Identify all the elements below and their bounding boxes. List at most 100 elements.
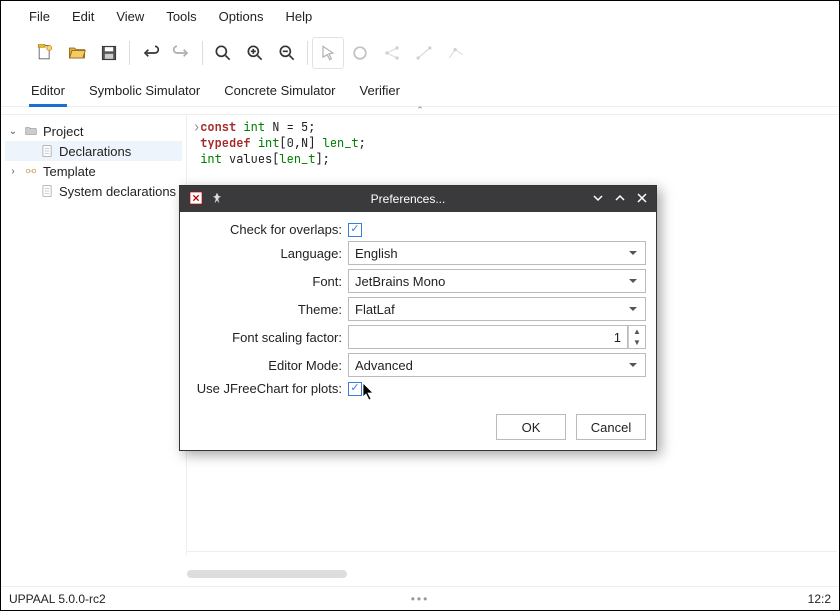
menu-options[interactable]: Options <box>219 9 264 24</box>
ok-button[interactable]: OK <box>496 414 566 440</box>
tree-project[interactable]: ⌄ Project <box>5 121 182 141</box>
tree-system-declarations[interactable]: System declarations <box>5 181 182 201</box>
toolbar-separator <box>129 41 130 65</box>
horizontal-scrollbar[interactable] <box>187 568 827 582</box>
jfreechart-checkbox[interactable]: ✓ <box>348 382 362 396</box>
kw: typedef <box>200 135 250 151</box>
check-icon: ✓ <box>350 224 359 235</box>
close-icon[interactable] <box>636 192 648 207</box>
main-window: File Edit View Tools Options Help <box>0 0 840 611</box>
menubar: File Edit View Tools Options Help <box>1 1 839 33</box>
mode-select[interactable]: Advanced <box>348 353 646 377</box>
dialog-body: Check for overlaps: ✓ Language: English … <box>180 212 656 450</box>
maximize-icon[interactable] <box>614 192 626 207</box>
scaling-spinner[interactable]: 1 ▲ ▼ <box>348 325 646 349</box>
tree-declarations[interactable]: Declarations <box>5 141 182 161</box>
tree-label: Declarations <box>59 144 131 159</box>
splitter[interactable] <box>187 551 837 552</box>
jfreechart-label: Use JFreeChart for plots: <box>190 381 348 396</box>
minimize-icon[interactable] <box>592 192 604 207</box>
toolbar-separator <box>307 41 308 65</box>
menu-help[interactable]: Help <box>285 9 312 24</box>
spinner-value: 1 <box>614 330 621 345</box>
view-tabs: Editor Symbolic Simulator Concrete Simul… <box>1 73 839 107</box>
document-icon <box>39 183 55 199</box>
status-position: 12:2 <box>808 592 831 606</box>
tree-label: System declarations <box>59 184 176 199</box>
dialog-title: Preferences... <box>224 192 592 206</box>
chevron-right-icon[interactable]: › <box>7 166 19 177</box>
toolbar <box>1 33 839 73</box>
tab-concrete[interactable]: Concrete Simulator <box>222 79 337 106</box>
app-icon <box>188 190 204 209</box>
code-text: values[ <box>222 151 280 167</box>
undo-icon[interactable] <box>134 37 166 69</box>
theme-label: Theme: <box>190 302 348 317</box>
project-tree[interactable]: ⌄ Project Declarations › Template System… <box>1 115 187 555</box>
preferences-dialog: Preferences... Check for overlaps: ✓ Lan… <box>179 185 657 451</box>
kw: const <box>200 119 236 135</box>
drag-handle-icon[interactable]: ••• <box>411 592 430 606</box>
cancel-button[interactable]: Cancel <box>576 414 646 440</box>
menu-edit[interactable]: Edit <box>72 9 94 24</box>
select-value: JetBrains Mono <box>355 274 445 289</box>
tab-editor[interactable]: Editor <box>29 79 67 106</box>
select-value: FlatLaf <box>355 302 395 317</box>
redo-icon[interactable] <box>166 37 198 69</box>
splitter-handle[interactable]: ⌃ <box>1 107 839 115</box>
menu-view[interactable]: View <box>116 9 144 24</box>
nail-tool-icon[interactable] <box>440 37 472 69</box>
document-icon <box>39 143 55 159</box>
select-value: Advanced <box>355 358 413 373</box>
save-icon[interactable] <box>93 37 125 69</box>
pin-icon[interactable] <box>210 191 224 208</box>
code-text: N = 5; <box>265 119 315 135</box>
chevron-down-icon[interactable]: ⌄ <box>7 126 19 137</box>
template-icon <box>23 163 39 179</box>
zoom-reset-icon[interactable] <box>207 37 239 69</box>
spinner-up-icon[interactable]: ▲ <box>629 326 645 337</box>
menu-tools[interactable]: Tools <box>166 9 196 24</box>
tree-label: Project <box>43 124 83 139</box>
statusbar: UPPAAL 5.0.0-rc2 ••• 12:2 <box>1 586 839 610</box>
code-text: ; <box>359 135 366 151</box>
language-select[interactable]: English <box>348 241 646 265</box>
toolbar-separator <box>202 41 203 65</box>
tab-symbolic[interactable]: Symbolic Simulator <box>87 79 202 106</box>
status-version: UPPAAL 5.0.0-rc2 <box>9 592 106 606</box>
scaling-label: Font scaling factor: <box>190 330 348 345</box>
code-text: ]; <box>315 151 329 167</box>
language-label: Language: <box>190 246 348 261</box>
overlaps-label: Check for overlaps: <box>190 222 348 237</box>
location-tool-icon[interactable] <box>344 37 376 69</box>
open-file-icon[interactable] <box>61 37 93 69</box>
zoom-in-icon[interactable] <box>239 37 271 69</box>
tree-template[interactable]: › Template <box>5 161 182 181</box>
new-file-icon[interactable] <box>29 37 61 69</box>
tree-label: Template <box>43 164 96 179</box>
edge-tool-icon[interactable] <box>408 37 440 69</box>
font-label: Font: <box>190 274 348 289</box>
theme-select[interactable]: FlatLaf <box>348 297 646 321</box>
spinner-down-icon[interactable]: ▼ <box>629 337 645 348</box>
font-select[interactable]: JetBrains Mono <box>348 269 646 293</box>
tab-verifier[interactable]: Verifier <box>358 79 402 106</box>
select-value: English <box>355 246 398 261</box>
code-text: [0,N] <box>279 135 322 151</box>
dialog-titlebar[interactable]: Preferences... <box>180 186 656 212</box>
branch-tool-icon[interactable] <box>376 37 408 69</box>
mode-label: Editor Mode: <box>190 358 348 373</box>
menu-file[interactable]: File <box>29 9 50 24</box>
kw: int <box>243 119 265 135</box>
check-icon: ✓ <box>350 383 359 394</box>
folder-icon <box>23 123 39 139</box>
kw: int <box>258 135 280 151</box>
overlaps-checkbox[interactable]: ✓ <box>348 223 362 237</box>
kw: len_t <box>323 135 359 151</box>
zoom-out-icon[interactable] <box>271 37 303 69</box>
kw: len_t <box>279 151 315 167</box>
scaling-input[interactable]: 1 <box>348 325 628 349</box>
kw: int <box>200 151 222 167</box>
select-tool-icon[interactable] <box>312 37 344 69</box>
cursor-icon <box>362 382 378 402</box>
